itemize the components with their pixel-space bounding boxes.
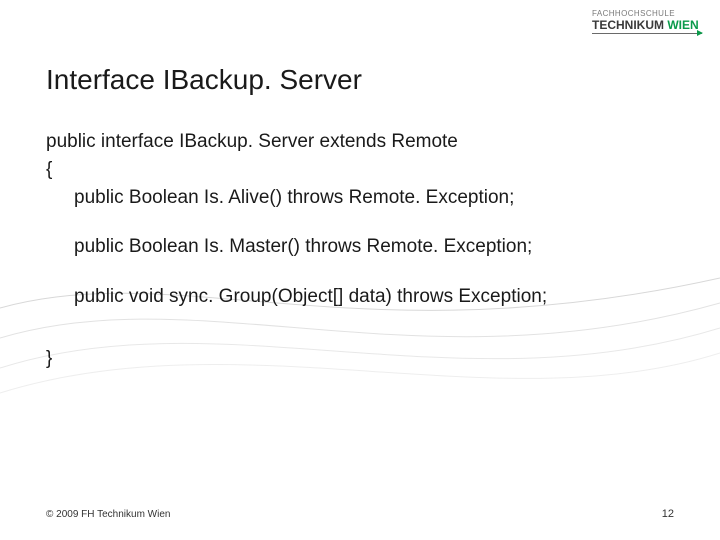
- code-line: public Boolean Is. Alive() throws Remote…: [46, 186, 680, 210]
- code-line: public void sync. Group(Object[] data) t…: [46, 285, 680, 309]
- code-line: }: [46, 347, 680, 371]
- code-line: public Boolean Is. Master() throws Remot…: [46, 235, 680, 259]
- logo-arrow-icon: [592, 33, 702, 34]
- code-line: {: [46, 158, 680, 182]
- institution-logo: FACHHOCHSCHULE TECHNIKUM WIEN: [592, 10, 702, 34]
- slide-title: Interface IBackup. Server: [46, 64, 362, 96]
- slide: FACHHOCHSCHULE TECHNIKUM WIEN Interface …: [0, 0, 720, 540]
- code-line: public interface IBackup. Server extends…: [46, 130, 680, 154]
- logo-word-wien: WIEN: [667, 18, 698, 32]
- logo-word-technikum: TECHNIKUM: [592, 18, 664, 32]
- code-block: public interface IBackup. Server extends…: [46, 130, 680, 375]
- logo-line2: TECHNIKUM WIEN: [592, 19, 702, 31]
- footer-copyright: © 2009 FH Technikum Wien: [46, 509, 170, 520]
- logo-line1: FACHHOCHSCHULE: [592, 10, 702, 18]
- footer-page-number: 12: [662, 508, 674, 520]
